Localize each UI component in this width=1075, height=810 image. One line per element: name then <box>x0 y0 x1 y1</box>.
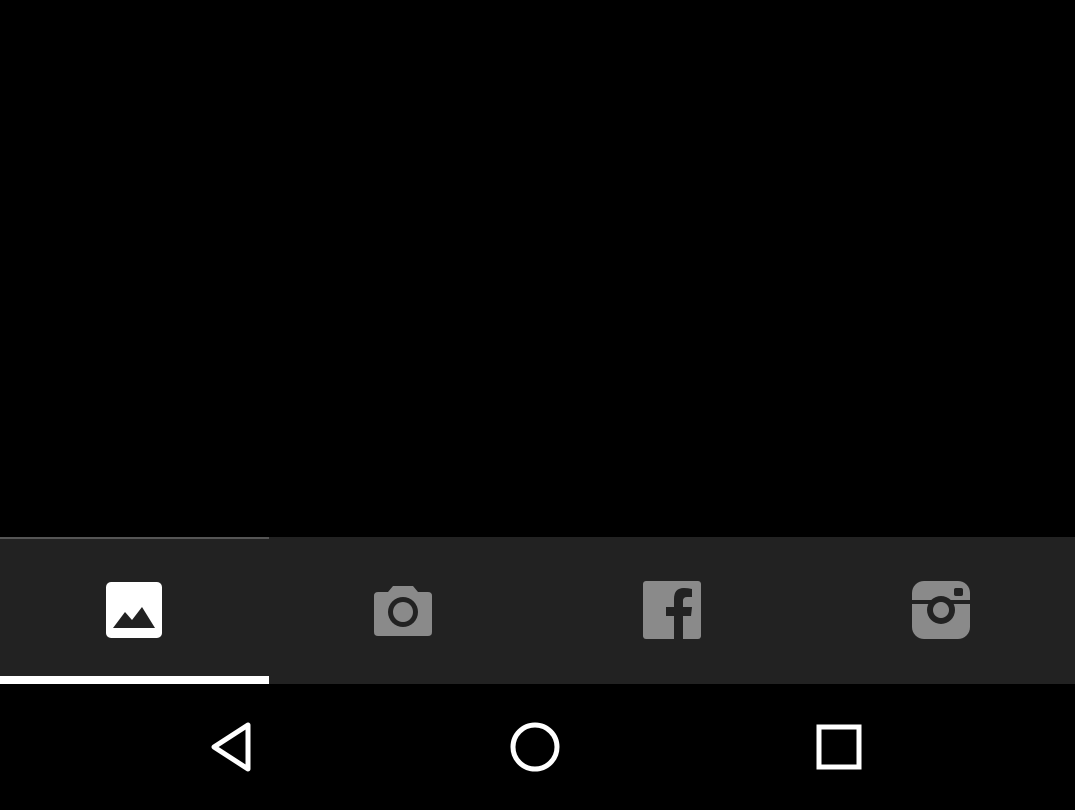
home-icon <box>510 722 560 772</box>
back-icon <box>211 722 251 772</box>
back-button[interactable] <box>192 707 272 787</box>
selected-tab-indicator <box>0 676 269 684</box>
image-icon <box>106 582 163 638</box>
facebook-icon <box>642 581 701 639</box>
home-button[interactable] <box>495 707 575 787</box>
recents-icon <box>816 724 862 770</box>
system-navigation-bar <box>0 684 1075 810</box>
recents-button[interactable] <box>799 707 879 787</box>
camera-icon <box>374 586 433 636</box>
source-tab-bar <box>0 537 1075 684</box>
app-screen <box>0 0 1075 810</box>
tab-camera[interactable] <box>269 537 538 684</box>
tab-gallery[interactable] <box>0 537 269 684</box>
tab-top-edge <box>0 537 269 539</box>
instagram-icon <box>911 581 970 639</box>
content-area <box>0 0 1075 537</box>
tab-instagram[interactable] <box>806 537 1075 684</box>
tab-facebook[interactable] <box>538 537 807 684</box>
